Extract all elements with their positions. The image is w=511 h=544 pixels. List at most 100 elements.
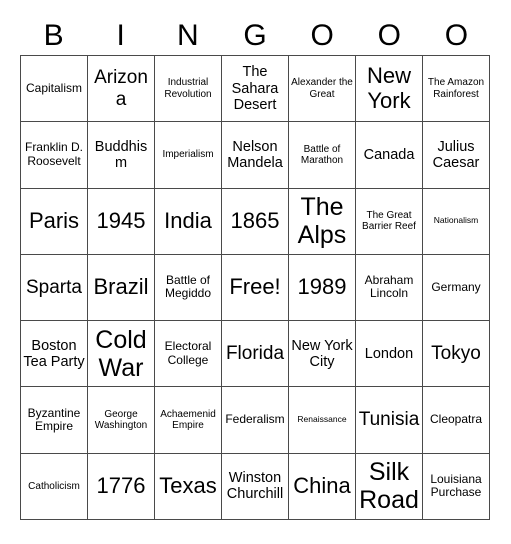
bingo-cell[interactable]: Abraham Lincoln bbox=[356, 254, 423, 322]
bingo-cell-label: Catholicism bbox=[28, 480, 80, 492]
bingo-cell-label: The Alps bbox=[297, 193, 347, 250]
bingo-cell[interactable]: Capitalism bbox=[21, 56, 88, 123]
bingo-header-letter: O bbox=[310, 19, 334, 52]
bingo-cell-label: Buddhism bbox=[94, 138, 148, 171]
bingo-cell[interactable]: The Alps bbox=[289, 188, 356, 255]
bingo-cell[interactable]: India bbox=[155, 188, 222, 255]
bingo-cell[interactable]: Renaissance bbox=[289, 387, 356, 454]
bingo-cell-label: Germany bbox=[431, 279, 481, 294]
bingo-cell-label: Achaemenid Empire bbox=[160, 408, 216, 432]
bingo-cell[interactable]: Texas bbox=[155, 453, 222, 520]
bingo-cell[interactable]: Nationalism bbox=[423, 188, 490, 255]
bingo-cell-label: Nationalism bbox=[433, 215, 479, 226]
bingo-cell[interactable]: Imperialism bbox=[155, 122, 222, 189]
bingo-cell[interactable]: New York bbox=[356, 56, 423, 123]
bingo-cell-label: Louisiana Purchase bbox=[430, 471, 482, 500]
bingo-cell-label: The Sahara Desert bbox=[231, 64, 279, 113]
bingo-cell[interactable]: Electoral College bbox=[155, 321, 222, 388]
bingo-cell[interactable]: Germany bbox=[423, 254, 490, 322]
bingo-cell[interactable]: The Sahara Desert bbox=[222, 56, 289, 123]
bingo-cell-label: The Amazon Rainforest bbox=[427, 77, 485, 100]
bingo-cell[interactable]: London bbox=[356, 321, 423, 388]
bingo-cell-label: Free! bbox=[229, 274, 281, 300]
bingo-cell[interactable]: Silk Road bbox=[356, 453, 423, 520]
bingo-header-letter: B bbox=[43, 19, 64, 52]
bingo-cell-label: Cleopatra bbox=[429, 412, 483, 427]
bingo-cell-label: Florida bbox=[225, 343, 285, 365]
bingo-cell[interactable]: Tunisia bbox=[356, 387, 423, 454]
bingo-cell[interactable]: 1776 bbox=[88, 453, 155, 520]
bingo-cell[interactable]: Tokyo bbox=[423, 321, 490, 388]
bingo-cell[interactable]: Industrial Revolution bbox=[155, 56, 222, 123]
bingo-cell[interactable]: Sparta bbox=[21, 254, 88, 322]
bingo-cell[interactable]: New York City bbox=[289, 321, 356, 388]
bingo-cell[interactable]: Franklin D. Roosevelt bbox=[21, 122, 88, 189]
bingo-cell-label: Nelson Mandela bbox=[227, 138, 283, 171]
bingo-cell-label: New York bbox=[366, 63, 411, 113]
bingo-cell[interactable]: Cold War bbox=[88, 321, 155, 388]
bingo-cell-label: 1989 bbox=[297, 274, 347, 300]
bingo-cell[interactable]: Nelson Mandela bbox=[222, 122, 289, 189]
bingo-cell[interactable]: Federalism bbox=[222, 387, 289, 454]
bingo-cell-label: Canada bbox=[363, 146, 415, 163]
bingo-header-letter: I bbox=[116, 19, 125, 52]
bingo-cell-label: Texas bbox=[159, 473, 217, 499]
bingo-cell[interactable]: Canada bbox=[356, 122, 423, 189]
bingo-cell[interactable]: Louisiana Purchase bbox=[423, 453, 490, 520]
bingo-cell-label: Alexander the Great bbox=[291, 77, 353, 100]
bingo-grid: Capitalism Arizona Industrial Revolution Th… bbox=[20, 55, 490, 520]
bingo-cell[interactable]: Battle of Megiddo bbox=[155, 254, 222, 322]
bingo-cell[interactable]: China bbox=[289, 453, 356, 520]
bingo-cell[interactable]: Achaemenid Empire bbox=[155, 387, 222, 454]
bingo-header-letter: N bbox=[177, 19, 199, 52]
bingo-cell[interactable]: Catholicism bbox=[21, 453, 88, 520]
bingo-cell[interactable]: Cleopatra bbox=[423, 387, 490, 454]
bingo-cell-label: Federalism bbox=[225, 412, 285, 427]
bingo-cell[interactable]: Byzantine Empire bbox=[21, 387, 88, 454]
bingo-cell-label: 1865 bbox=[230, 207, 280, 233]
bingo-cell-label: Boston Tea Party bbox=[23, 337, 85, 370]
bingo-cell-label: Silk Road bbox=[359, 458, 419, 515]
bingo-cell[interactable]: Arizona bbox=[88, 56, 155, 123]
bingo-cell-label: Tokyo bbox=[431, 343, 481, 365]
bingo-cell-label: Julius Caesar bbox=[432, 138, 480, 171]
bingo-cell[interactable]: Brazil bbox=[88, 254, 155, 322]
bingo-header-letter: O bbox=[377, 19, 401, 52]
bingo-cell-label: London bbox=[364, 345, 414, 362]
bingo-cell-label: Industrial Revolution bbox=[164, 77, 212, 100]
bingo-cell[interactable]: 1865 bbox=[222, 188, 289, 255]
bingo-cell[interactable]: Alexander the Great bbox=[289, 56, 356, 123]
bingo-cell[interactable]: Buddhism bbox=[88, 122, 155, 189]
bingo-cell-label: 1945 bbox=[96, 207, 146, 233]
bingo-cell-label: Electoral College bbox=[164, 339, 212, 367]
bingo-cell[interactable]: The Amazon Rainforest bbox=[423, 56, 490, 123]
bingo-cell[interactable]: Winston Churchill bbox=[222, 453, 289, 520]
bingo-cell-label: Winston Churchill bbox=[226, 470, 284, 503]
bingo-cell-label: Sparta bbox=[26, 276, 82, 298]
bingo-cell[interactable]: George Washington bbox=[88, 387, 155, 454]
bingo-cell[interactable]: Florida bbox=[222, 321, 289, 388]
bingo-cell-label: Paris bbox=[28, 207, 80, 233]
bingo-cell[interactable]: 1945 bbox=[88, 188, 155, 255]
bingo-cell[interactable]: Julius Caesar bbox=[423, 122, 490, 189]
bingo-cell[interactable]: Boston Tea Party bbox=[21, 321, 88, 388]
bingo-cell[interactable]: The Great Barrier Reef bbox=[356, 188, 423, 255]
bingo-cell-label: Abraham Lincoln bbox=[364, 273, 414, 301]
bingo-cell-label: Cold War bbox=[95, 325, 147, 382]
bingo-cell-label: Tunisia bbox=[358, 409, 420, 431]
bingo-cell-label: India bbox=[164, 207, 212, 233]
bingo-cell-label: Brazil bbox=[93, 274, 149, 300]
bingo-cell-label: Renaissance bbox=[297, 414, 347, 425]
bingo-cell-label: The Great Barrier Reef bbox=[362, 210, 416, 233]
bingo-header-row: BINGOOO bbox=[20, 16, 490, 56]
bingo-cell[interactable]: Free! bbox=[222, 254, 289, 322]
bingo-cell-label: Battle of Marathon bbox=[300, 143, 344, 166]
bingo-cell-label: Franklin D. Roosevelt bbox=[24, 140, 83, 168]
bingo-cell[interactable]: 1989 bbox=[289, 254, 356, 322]
bingo-cell-label: China bbox=[293, 473, 351, 499]
bingo-cell[interactable]: Battle of Marathon bbox=[289, 122, 356, 189]
bingo-header-letter: G bbox=[243, 19, 267, 52]
bingo-cell[interactable]: Paris bbox=[21, 188, 88, 255]
bingo-cell-label: Capitalism bbox=[25, 80, 82, 95]
bingo-cell-label: 1776 bbox=[96, 473, 146, 499]
